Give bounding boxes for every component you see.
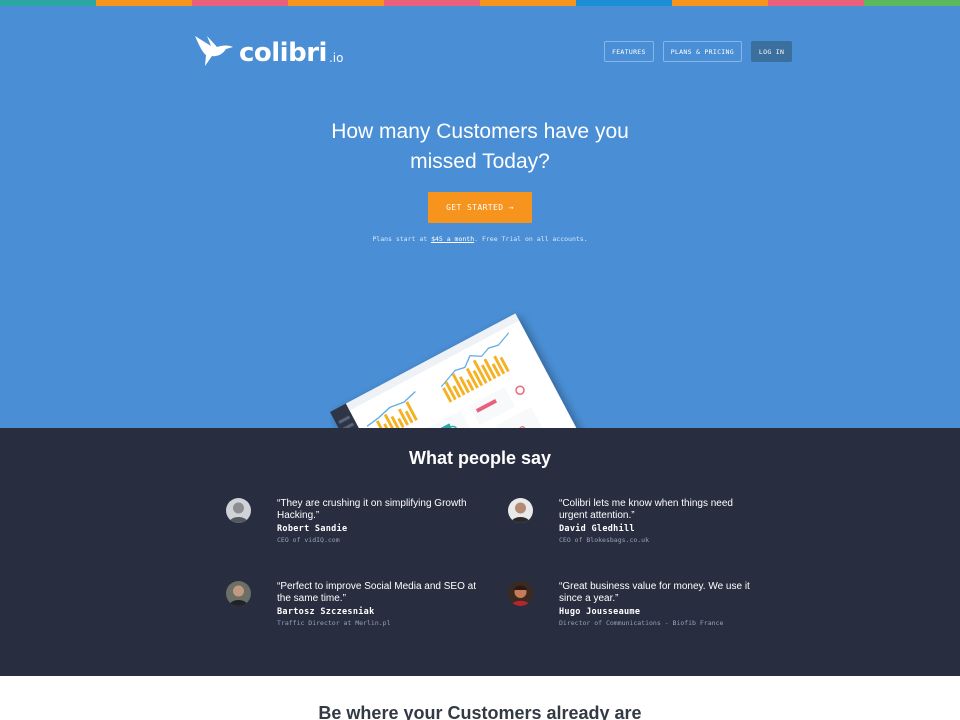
nav-features-button[interactable]: FEATURES <box>604 41 654 62</box>
testimonial-role: CEO of vidIQ.com <box>277 536 340 544</box>
testimonial-card: “They are crushing it on simplifying Gro… <box>226 498 486 558</box>
main-nav: FEATURES PLANS & PRICING LOG IN <box>604 41 793 62</box>
testimonial-author: Hugo Jousseaume <box>559 607 641 617</box>
testimonial-author: David Gledhill <box>559 524 635 534</box>
strip-segment <box>672 0 768 6</box>
testimonial-card: “Perfect to improve Social Media and SEO… <box>226 581 486 641</box>
avatar <box>508 581 533 606</box>
nav-pricing-button[interactable]: PLANS & PRICING <box>662 41 742 62</box>
testimonials-section: What people say “They are crushing it on… <box>0 428 960 676</box>
login-button[interactable]: LOG IN <box>750 41 793 62</box>
strip-segment <box>768 0 864 6</box>
plans-note: Plans start at $45 a month. Free Trial o… <box>0 235 960 243</box>
testimonial-quote: “They are crushing it on simplifying Gro… <box>277 498 467 521</box>
testimonial-card: “Colibri lets me know when things need u… <box>508 498 768 558</box>
testimonials-title: What people say <box>408 448 552 468</box>
testimonial-role: CEO of Blokesbags.co.uk <box>559 536 650 544</box>
integrations-title: Be where your Customers already are <box>318 703 642 720</box>
strip-segment <box>96 0 192 6</box>
dashboard-mockup: 12 <box>330 313 586 428</box>
strip-segment <box>0 0 96 6</box>
strip-segment <box>576 0 672 6</box>
strip-segment <box>192 0 288 6</box>
integrations-section: Be where your Customers already are <box>0 676 960 720</box>
avatar <box>226 498 251 523</box>
hero-headline: How many Customers have you missed Today… <box>0 117 960 177</box>
testimonial-author: Bartosz Szczesniak <box>277 607 375 617</box>
strip-segment <box>864 0 960 6</box>
color-strip <box>0 0 960 6</box>
get-started-button[interactable]: GET STARTED → <box>428 192 532 223</box>
logo-link[interactable]: colibri .io <box>193 32 343 68</box>
testimonial-author: Robert Sandie <box>277 524 348 534</box>
logo-wordmark: colibri <box>239 38 327 68</box>
avatar <box>508 498 533 523</box>
plans-note-prefix: Plans start at <box>372 235 432 243</box>
strip-segment <box>384 0 480 6</box>
testimonial-card: “Great business value for money. We use … <box>508 581 768 641</box>
testimonial-quote: “Colibri lets me know when things need u… <box>559 498 733 521</box>
plans-note-suffix: . Free Trial on all accounts. <box>474 235 588 243</box>
pricing-link[interactable]: $45 a month <box>431 235 474 243</box>
testimonial-role: Director of Communications - Biofib Fran… <box>559 619 724 627</box>
avatar <box>226 581 251 606</box>
hero-section: colibri .io FEATURES PLANS & PRICING LOG… <box>0 6 960 428</box>
testimonial-quote: “Great business value for money. We use … <box>559 581 750 604</box>
strip-segment <box>288 0 384 6</box>
headline-line-2: missed Today? <box>410 150 550 173</box>
headline-line-1: How many Customers have you <box>331 120 629 143</box>
testimonial-role: Traffic Director at Merlin.pl <box>277 619 391 627</box>
hummingbird-icon <box>195 36 233 66</box>
testimonial-quote: “Perfect to improve Social Media and SEO… <box>277 581 476 604</box>
logo-tld: .io <box>328 51 344 65</box>
strip-segment <box>480 0 576 6</box>
